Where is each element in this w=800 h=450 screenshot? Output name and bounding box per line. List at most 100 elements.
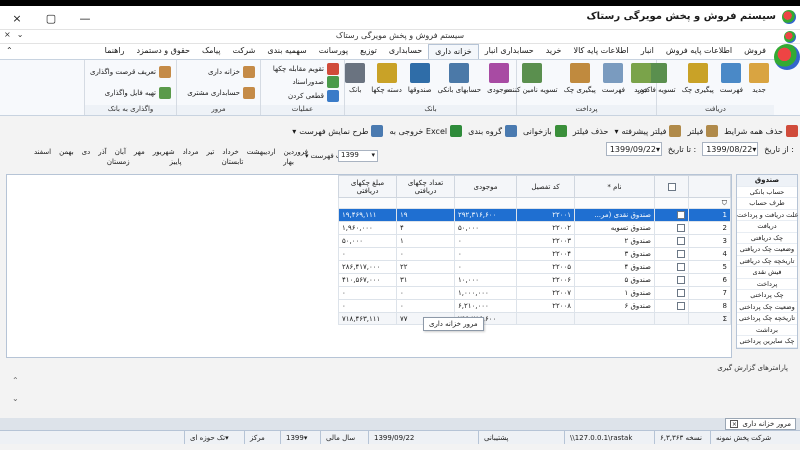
sidebar-item[interactable]: حساب بانکی [737, 187, 797, 198]
table-row[interactable]: 6 صندوق ۵ ۲۲۰۰۶ ۱۰,۰۰۰ ۳۱ ۴۱۰,۵۶۷,۰۰۰ [338, 273, 731, 287]
season-item[interactable]: پاییز [170, 158, 182, 166]
chevron-up-icon[interactable]: ⌃ [12, 372, 19, 390]
row-select-checkbox[interactable] [677, 211, 685, 219]
row-checkbox[interactable] [654, 273, 689, 287]
month-item[interactable]: شهریور [153, 148, 175, 156]
column-header-code[interactable]: کد تفصیل [516, 175, 575, 198]
table-row[interactable]: 2 صندوق تسویه ۲۲۰۰۲ ۵۰,۰۰۰ ۴ ۱,۹۶۰,۰۰۰ [338, 221, 731, 235]
filter-cell[interactable] [574, 197, 655, 209]
select-all-checkbox[interactable] [654, 175, 689, 198]
tab-sms[interactable]: پیامک [196, 44, 227, 59]
tab-purchase[interactable]: خرید [540, 44, 568, 59]
excel-export-button[interactable]: خروجی به Excel [389, 125, 463, 137]
list-layout-button[interactable]: طرح نمایش فهرست ▾ [292, 125, 384, 137]
center-select[interactable]: تک حوزه ای ▾ [184, 431, 244, 444]
report-params-label[interactable]: پارامترهای گزارش گیری [717, 364, 788, 372]
payment-list-button[interactable]: فهرست [599, 62, 628, 103]
sidebar-item[interactable]: تاریخچه چک دریافتی [737, 256, 797, 267]
month-item[interactable]: آذر [98, 148, 106, 156]
table-row[interactable]: 5 صندوق ۴ ۲۲۰۰۵ ۰ ۲۲ ۲۸۶,۴۱۷,۰۰۰ [338, 260, 731, 274]
filter-cell[interactable] [454, 197, 517, 209]
column-header-cheque-amount[interactable]: مبلغ چکهای دریافتی [338, 175, 397, 198]
row-checkbox[interactable] [654, 260, 689, 274]
filter-cell[interactable] [654, 197, 689, 209]
assignment-file-button[interactable]: تهیه فایل واگذاری [90, 86, 171, 99]
row-checkbox[interactable] [654, 286, 689, 300]
tab-company[interactable]: شرکت [227, 44, 262, 59]
month-item[interactable]: بهمن [59, 148, 74, 156]
month-item[interactable]: خرداد [222, 148, 238, 156]
tab-product-base[interactable]: اطلاعات پایه کالا [568, 44, 635, 59]
row-select-checkbox[interactable] [677, 263, 685, 271]
receipt-cheque-follow-button[interactable]: پیگیری چک [679, 62, 717, 103]
tab-distribution[interactable]: توزیع [354, 44, 383, 59]
row-checkbox[interactable] [654, 234, 689, 248]
receipt-new-button[interactable]: جدید [746, 62, 772, 103]
tab-commission[interactable]: پورسانت [313, 44, 354, 59]
filter-button[interactable]: فیلتر [687, 125, 719, 137]
row-checkbox[interactable] [654, 221, 689, 235]
tab-sales[interactable]: فروش [738, 44, 772, 59]
close-icon[interactable]: × [0, 6, 34, 30]
cash-boxes-button[interactable]: صندوقها [405, 62, 435, 103]
status-support[interactable]: پشتیبانی [478, 431, 564, 444]
table-row[interactable]: 1 صندوق نقدی (مر... ۲۲۰۰۱ ۲۹۲,۳۱۶,۶۰۰ ۱۹ ۱۹,۴… [338, 208, 731, 222]
row-select-checkbox[interactable] [677, 276, 685, 284]
ribbon-collapse-icon[interactable]: ⌃ [6, 46, 13, 55]
sidebar-item[interactable]: چک پرداختی [737, 290, 797, 302]
treasury-browse-button[interactable]: خزانه داری [187, 66, 255, 79]
payment-cheque-follow-button[interactable]: پیگیری چک [561, 62, 599, 103]
row-checkbox[interactable] [654, 299, 689, 313]
sidebar-item[interactable]: فیش نقدی [737, 267, 797, 279]
balance-button[interactable]: موجودی [484, 62, 514, 103]
fiscal-year-select[interactable]: 1399 ▾ [280, 431, 320, 444]
chevron-down-icon[interactable]: ⌄ [12, 390, 19, 408]
cheque-calendar-button[interactable]: تقویم مقابله چکها [273, 62, 339, 75]
column-header-cheque-count[interactable]: تعداد چکهای دریافتی [396, 175, 455, 198]
issue-documents-button[interactable]: صدوراسناد [273, 76, 339, 89]
group-by-button[interactable]: گروه بندی [468, 125, 518, 137]
tab-quota[interactable]: سهمیه بندی [261, 44, 312, 59]
document-tab-treasury[interactable]: مرور خزانه داری × [725, 418, 796, 430]
table-row[interactable]: 4 صندوق ۳ ۲۲۰۰۴ ۰ ۰ ۰ [338, 247, 731, 261]
maximize-icon[interactable]: ▢ [34, 6, 68, 30]
define-assignment-button[interactable]: تعریف قرصت واگذاری [90, 66, 171, 79]
bank-accounts-button[interactable]: حسابهای بانکی [435, 62, 484, 103]
minimize-icon[interactable]: — [68, 6, 102, 30]
refresh-button[interactable]: بازخوانی [523, 125, 567, 137]
sidebar-item[interactable]: وضعیت چک دریافتی [737, 244, 797, 256]
bank-button[interactable]: بانک [342, 62, 368, 103]
tab-warehouse-accounting[interactable]: حسابداری انبار [479, 44, 540, 59]
table-row[interactable]: 7 صندوق ۱ ۲۲۰۰۷ ۱,۰۰۰,۰۰۰ ۰ ۰ [338, 286, 731, 300]
month-item[interactable]: دی [82, 148, 91, 156]
tab-accounting[interactable]: حسابداری [383, 44, 428, 59]
sidebar-item[interactable]: چک دریافتی [737, 233, 797, 244]
row-select-checkbox[interactable] [677, 250, 685, 258]
season-item[interactable]: زمستان [107, 158, 130, 166]
month-item[interactable]: مهر [134, 148, 145, 156]
column-header-name[interactable]: نام * [574, 175, 655, 198]
month-item[interactable]: مرداد [183, 148, 199, 156]
sidebar-item[interactable]: علت دریافت و پرداخت [737, 210, 799, 221]
sidebar-item[interactable]: برداشت [737, 325, 797, 336]
sidebar-item[interactable]: تاریخچه چک پرداختی [737, 313, 797, 325]
customer-accounting-button[interactable]: حسابداری مشتری [187, 86, 255, 99]
month-item[interactable]: تیر [206, 148, 214, 156]
filter-cell[interactable] [516, 197, 575, 209]
row-select-checkbox[interactable] [677, 237, 685, 245]
filter-cell[interactable]: ⛉ [688, 197, 731, 209]
from-date-input[interactable]: 1399/08/22 ▾ [702, 142, 759, 156]
month-item[interactable]: اردیبهشت [247, 148, 276, 156]
sidebar-item[interactable]: وضعیت چک پرداختی [737, 302, 797, 313]
receipt-list-button[interactable]: فهرست [717, 62, 746, 103]
advanced-filter-button[interactable]: فیلتر پیشرفته ▾ [614, 125, 682, 137]
row-checkbox[interactable] [654, 247, 689, 261]
season-item[interactable]: بهار [283, 158, 294, 166]
row-select-checkbox[interactable] [677, 224, 685, 232]
column-header-balance[interactable]: موجودی [454, 175, 517, 198]
season-item[interactable]: تابستان [222, 158, 244, 166]
sidebar-item-cash-box[interactable]: صندوق [737, 175, 797, 187]
sidebar-item[interactable]: چک سایرین پرداختی [737, 336, 797, 348]
month-item[interactable]: فروردین [284, 148, 308, 156]
clear-conditions-button[interactable]: حذف همه شرایط [724, 125, 798, 137]
